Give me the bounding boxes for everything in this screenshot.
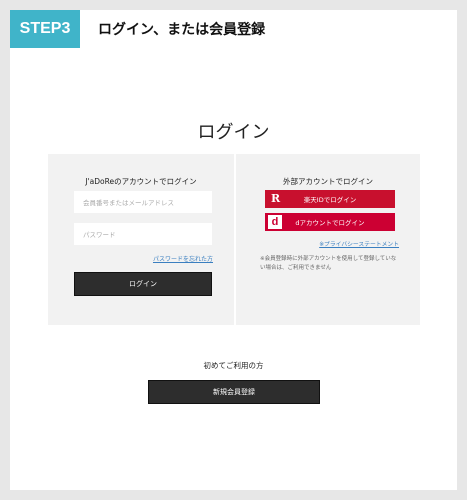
step-badge: STEP3 — [10, 10, 80, 48]
privacy-statement-link[interactable]: ※プライバシーステートメント — [319, 239, 399, 248]
external-login-note: ※会員登録時に外部アカウントを使用して登録していない場合は、ご利用できません — [260, 256, 397, 271]
forgot-password-link[interactable]: パスワードを忘れた方 — [153, 254, 213, 263]
page-title: ログイン — [197, 122, 270, 143]
register-button[interactable]: 新規会員登録 — [148, 380, 320, 404]
member-id-input[interactable]: 会員番号またはメールアドレス — [74, 191, 212, 213]
member-login-panel: J'aDoReのアカウントでログイン 会員番号またはメールアドレス パスワード … — [48, 154, 234, 325]
external-login-panel: 外部アカウントでログイン R 楽天IDでログイン d dアカウントでログイン ※… — [236, 154, 420, 325]
docomo-logo-icon: d — [268, 215, 282, 229]
external-login-title: 外部アカウントでログイン — [283, 177, 373, 186]
password-input[interactable]: パスワード — [74, 223, 212, 245]
docomo-login-label: dアカウントでログイン — [295, 219, 365, 227]
first-time-label: 初めてご利用の方 — [203, 361, 264, 370]
rakuten-logo-icon: R — [271, 192, 281, 205]
step-title: ログイン、または会員登録 — [98, 22, 266, 38]
rakuten-login-button[interactable]: R 楽天IDでログイン — [265, 190, 395, 208]
rakuten-login-label: 楽天IDでログイン — [303, 196, 357, 204]
member-login-title: J'aDoReのアカウントでログイン — [85, 177, 197, 186]
login-button[interactable]: ログイン — [74, 272, 212, 296]
docomo-login-button[interactable]: d dアカウントでログイン — [265, 213, 395, 231]
